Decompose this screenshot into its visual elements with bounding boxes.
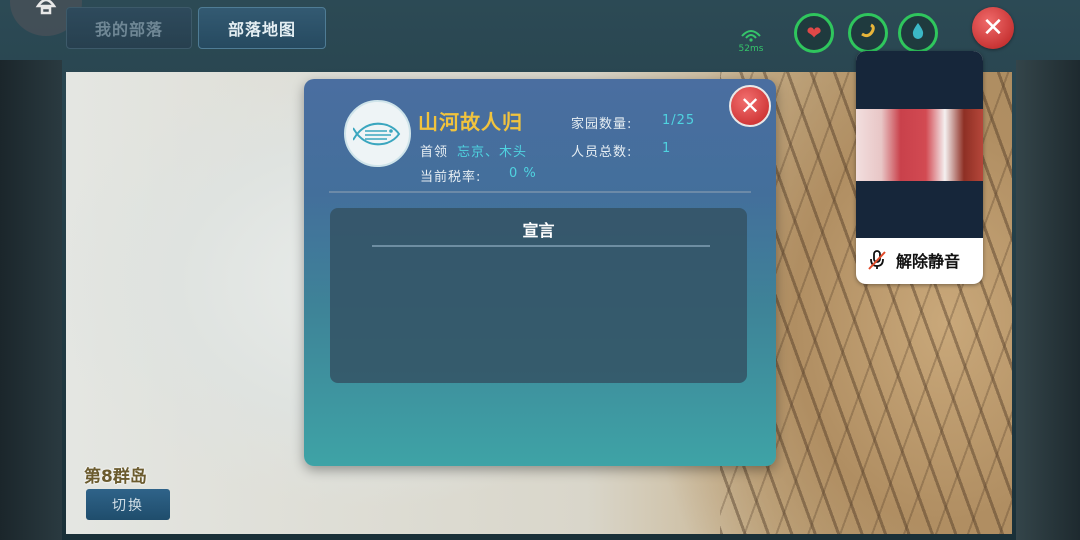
fish-emblem-icon: [344, 100, 411, 167]
close-dialog-button[interactable]: ✕: [729, 85, 771, 127]
leader-label: 首领: [420, 145, 449, 160]
heart-icon: ❤: [806, 22, 822, 44]
switch-island-button[interactable]: 切换: [86, 489, 170, 520]
declaration-panel: 宣言: [330, 208, 747, 383]
heart-button[interactable]: ❤: [794, 13, 834, 53]
network-signal: 52ms: [734, 28, 768, 54]
left-backdrop: [0, 60, 62, 540]
close-icon: ✕: [982, 13, 1004, 43]
leader-names: 忘京、木头: [457, 145, 528, 160]
declaration-title: 宣言: [522, 221, 555, 240]
tax-label: 当前税率:: [420, 170, 482, 185]
close-icon: ✕: [739, 92, 761, 120]
mic-muted-icon: [866, 249, 888, 271]
island-label: 第8群岛: [84, 467, 147, 487]
tribe-info-dialog: 山河故人归 首领 忘京、木头 当前税率: 0 % 家园数量: 1/25 人员总数…: [304, 79, 776, 466]
swap-button[interactable]: [848, 13, 888, 53]
close-map-button[interactable]: ✕: [972, 7, 1014, 49]
tab-my-tribe[interactable]: 我的部落: [66, 7, 192, 49]
members-value: 1: [662, 141, 672, 156]
declaration-divider: [372, 245, 710, 247]
tribe-name: 山河故人归: [418, 110, 523, 134]
ping-label: 52ms: [738, 44, 764, 54]
lamp-icon: [33, 0, 59, 24]
water-drop-icon: [910, 21, 926, 46]
unmute-button[interactable]: 解除静音: [866, 248, 960, 272]
right-backdrop: [1016, 60, 1080, 540]
header-divider: [329, 191, 751, 193]
unmute-label: 解除静音: [896, 252, 961, 271]
homes-label: 家园数量:: [571, 117, 633, 132]
video-call-window[interactable]: 解除静音: [856, 51, 983, 284]
tax-value: 0 %: [509, 166, 537, 181]
camera-feed: [856, 109, 983, 181]
members-label: 人员总数:: [571, 145, 633, 160]
wifi-signal-icon: [734, 28, 768, 44]
swap-icon: [858, 21, 878, 46]
water-button[interactable]: [898, 13, 938, 53]
homes-value: 1/25: [662, 113, 696, 128]
tab-tribe-map[interactable]: 部落地图: [198, 7, 326, 49]
